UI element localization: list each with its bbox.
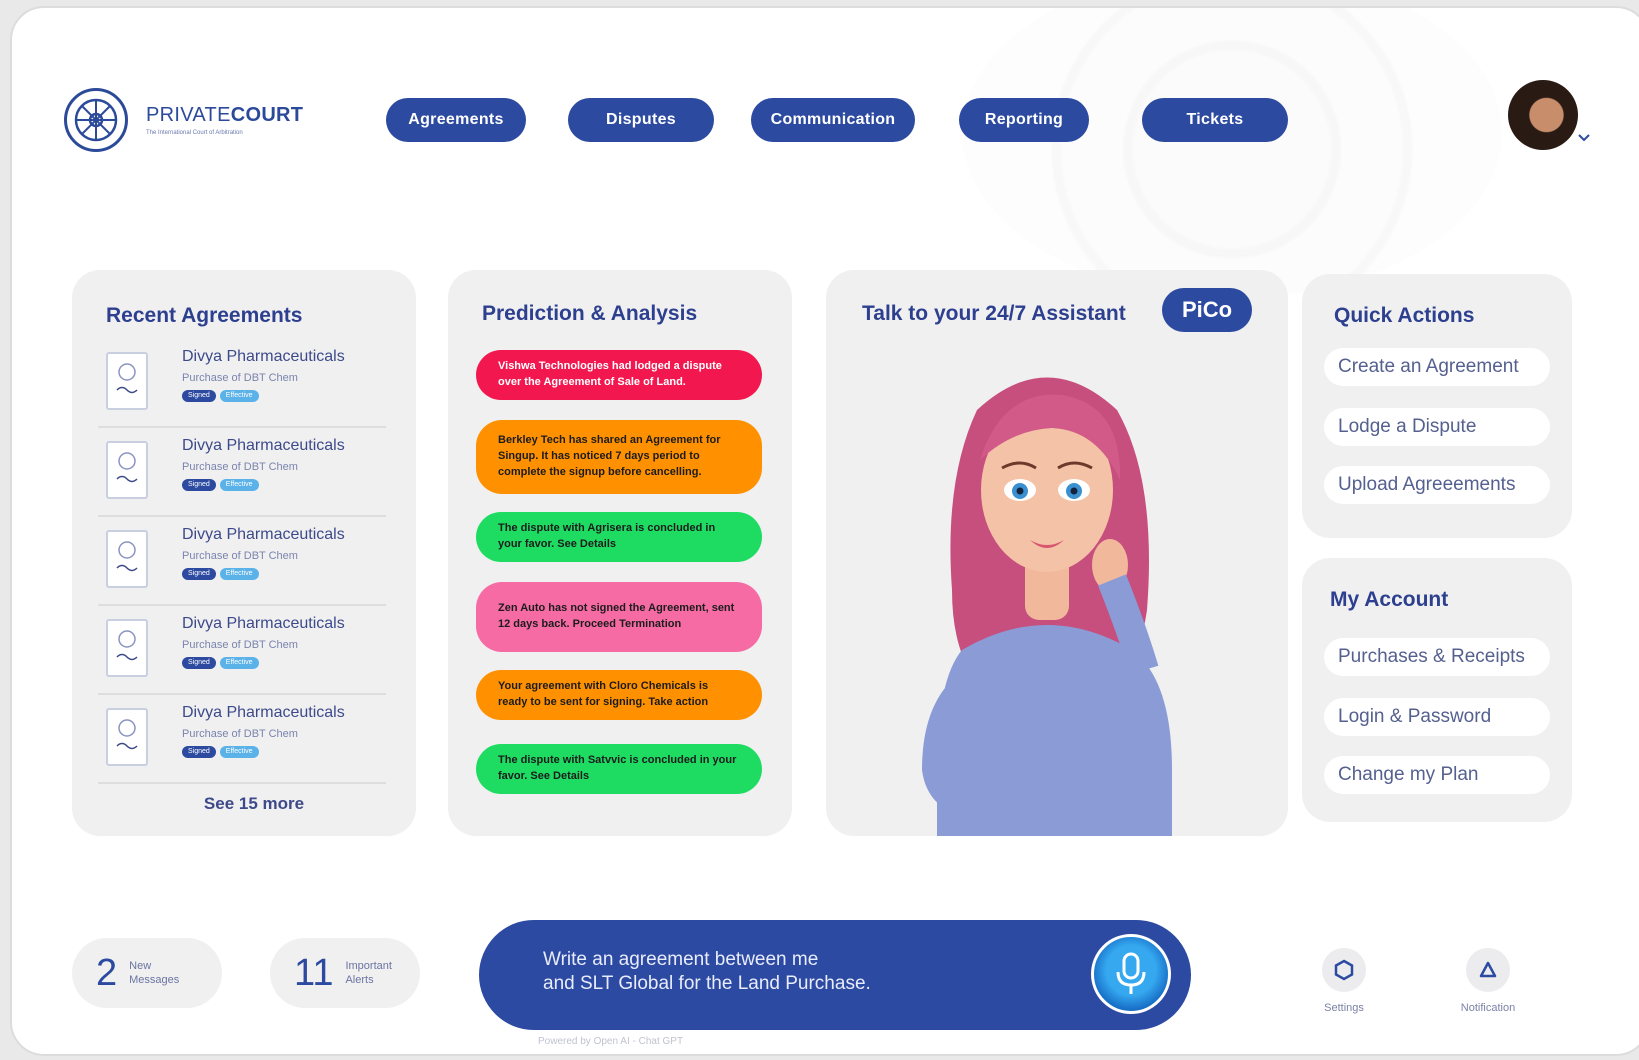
prediction-item[interactable]: Vishwa Technologies had lodged a dispute… xyxy=(476,350,762,400)
microphone-icon xyxy=(1116,952,1146,994)
pico-badge[interactable]: PiCo xyxy=(1162,288,1252,332)
user-avatar[interactable] xyxy=(1508,80,1578,150)
nav-tickets[interactable]: Tickets xyxy=(1142,98,1288,142)
agreement-subject: Purchase of DBT Chem xyxy=(182,550,298,562)
notification-button[interactable]: Notification xyxy=(1448,948,1528,1014)
assistant-title: Talk to your 24/7 Assistant xyxy=(862,302,1126,325)
prediction-text: Your agreement with Cloro Chemicals is r… xyxy=(498,680,709,708)
nav-disputes[interactable]: Disputes xyxy=(568,98,714,142)
change-plan-button[interactable]: Change my Plan xyxy=(1324,756,1550,794)
agreement-subject: Purchase of DBT Chem xyxy=(182,728,298,740)
agreement-list-item[interactable]: Divya Pharmaceuticals Purchase of DBT Ch… xyxy=(98,342,386,428)
assistant-avatar[interactable] xyxy=(882,350,1212,836)
microphone-button[interactable] xyxy=(1091,934,1171,1014)
prediction-item[interactable]: Zen Auto has not signed the Agreement, s… xyxy=(476,582,762,652)
prediction-text: Zen Auto has not signed the Agreement, s… xyxy=(498,602,735,630)
recent-agreements-title: Recent Agreements xyxy=(106,304,303,327)
agreement-party: Divya Pharmaceuticals xyxy=(182,704,345,721)
dharma-wheel-icon xyxy=(64,88,128,152)
my-account-title: My Account xyxy=(1330,588,1449,611)
court-emblem-watermark xyxy=(962,8,1502,298)
create-agreement-button[interactable]: Create an Agreement xyxy=(1324,348,1550,386)
agreement-subject: Purchase of DBT Chem xyxy=(182,372,298,384)
agreement-list-item[interactable]: Divya Pharmaceuticals Purchase of DBT Ch… xyxy=(98,609,386,695)
agreement-party: Divya Pharmaceuticals xyxy=(182,437,345,454)
assistant-card: Talk to your 24/7 Assistant PiCo xyxy=(826,270,1288,836)
brand-tagline: The International Court of Arbitration xyxy=(146,130,243,136)
hexagon-settings-icon xyxy=(1322,948,1366,992)
brand-logo[interactable]: PRIVATECOURT The International Court of … xyxy=(64,88,303,152)
agreement-party: Divya Pharmaceuticals xyxy=(182,615,345,632)
agreement-subject: Purchase of DBT Chem xyxy=(182,461,298,473)
signed-badge: Signed xyxy=(182,390,216,402)
prediction-item[interactable]: Berkley Tech has shared an Agreement for… xyxy=(476,420,762,494)
effective-badge: Effective xyxy=(219,479,259,491)
effective-badge: Effective xyxy=(219,746,259,758)
chevron-down-icon[interactable] xyxy=(1578,132,1590,144)
new-messages-count: 2 xyxy=(96,951,118,994)
settings-label: Settings xyxy=(1324,1002,1364,1014)
settings-button[interactable]: Settings xyxy=(1304,948,1384,1014)
prediction-analysis-title: Prediction & Analysis xyxy=(482,302,698,325)
prediction-item[interactable]: Your agreement with Cloro Chemicals is r… xyxy=(476,670,762,720)
prediction-text: The dispute with Satvvic is concluded in… xyxy=(498,754,737,782)
powered-by-note: Powered by Open AI - Chat GPT xyxy=(538,1036,684,1047)
prediction-text: Vishwa Technologies had lodged a dispute… xyxy=(498,360,722,388)
nav-reporting[interactable]: Reporting xyxy=(959,98,1089,142)
purchases-receipts-button[interactable]: Purchases & Receipts xyxy=(1324,638,1550,676)
login-password-button[interactable]: Login & Password xyxy=(1324,698,1550,736)
agreement-list-item[interactable]: Divya Pharmaceuticals Purchase of DBT Ch… xyxy=(98,520,386,606)
nav-communication[interactable]: Communication xyxy=(751,98,915,142)
document-icon xyxy=(106,352,148,410)
agreement-subject: Purchase of DBT Chem xyxy=(182,639,298,651)
agreement-list-item[interactable]: Divya Pharmaceuticals Purchase of DBT Ch… xyxy=(98,431,386,517)
see-more-link[interactable]: See 15 more xyxy=(72,794,416,814)
notification-label: Notification xyxy=(1460,1002,1516,1014)
signed-badge: Signed xyxy=(182,746,216,758)
document-icon xyxy=(106,530,148,588)
signed-badge: Signed xyxy=(182,657,216,669)
nav-agreements[interactable]: Agreements xyxy=(386,98,526,142)
assistant-prompt-input[interactable]: Write an agreement between me and SLT Glo… xyxy=(479,920,1191,1030)
document-icon xyxy=(106,708,148,766)
document-icon xyxy=(106,619,148,677)
important-alerts-stat[interactable]: 11 Important Alerts xyxy=(270,938,420,1008)
prediction-item[interactable]: The dispute with Agrisera is concluded i… xyxy=(476,512,762,562)
quick-actions-title: Quick Actions xyxy=(1334,304,1475,327)
signed-badge: Signed xyxy=(182,568,216,580)
prompt-text: Write an agreement between me and SLT Glo… xyxy=(543,949,871,994)
quick-actions-card: Quick Actions Create an Agreement Lodge … xyxy=(1302,274,1572,538)
prediction-item[interactable]: The dispute with Satvvic is concluded in… xyxy=(476,744,762,794)
agreement-party: Divya Pharmaceuticals xyxy=(182,348,345,365)
prediction-text: Berkley Tech has shared an Agreement for… xyxy=(498,434,721,478)
agreement-list-item[interactable]: Divya Pharmaceuticals Purchase of DBT Ch… xyxy=(98,698,386,784)
new-messages-label: New Messages xyxy=(129,959,180,986)
prediction-analysis-card: Prediction & Analysis Vishwa Technologie… xyxy=(448,270,792,836)
signed-badge: Signed xyxy=(182,479,216,491)
upload-agreements-button[interactable]: Upload Agreeements xyxy=(1324,466,1550,504)
recent-agreements-card: Recent Agreements Divya Pharmaceuticals … xyxy=(72,270,416,836)
effective-badge: Effective xyxy=(219,390,259,402)
effective-badge: Effective xyxy=(219,568,259,580)
new-messages-stat[interactable]: 2 New Messages xyxy=(72,938,222,1008)
effective-badge: Effective xyxy=(219,657,259,669)
bell-icon xyxy=(1466,948,1510,992)
agreement-party: Divya Pharmaceuticals xyxy=(182,526,345,543)
prediction-text: The dispute with Agrisera is concluded i… xyxy=(498,522,716,550)
lodge-dispute-button[interactable]: Lodge a Dispute xyxy=(1324,408,1550,446)
brand-name: PRIVATECOURT xyxy=(146,104,304,126)
my-account-card: My Account Purchases & Receipts Login & … xyxy=(1302,558,1572,822)
important-alerts-label: Important Alerts xyxy=(345,959,392,986)
app-frame: PRIVATECOURT The International Court of … xyxy=(10,6,1639,1056)
important-alerts-count: 11 xyxy=(294,951,334,994)
document-icon xyxy=(106,441,148,499)
